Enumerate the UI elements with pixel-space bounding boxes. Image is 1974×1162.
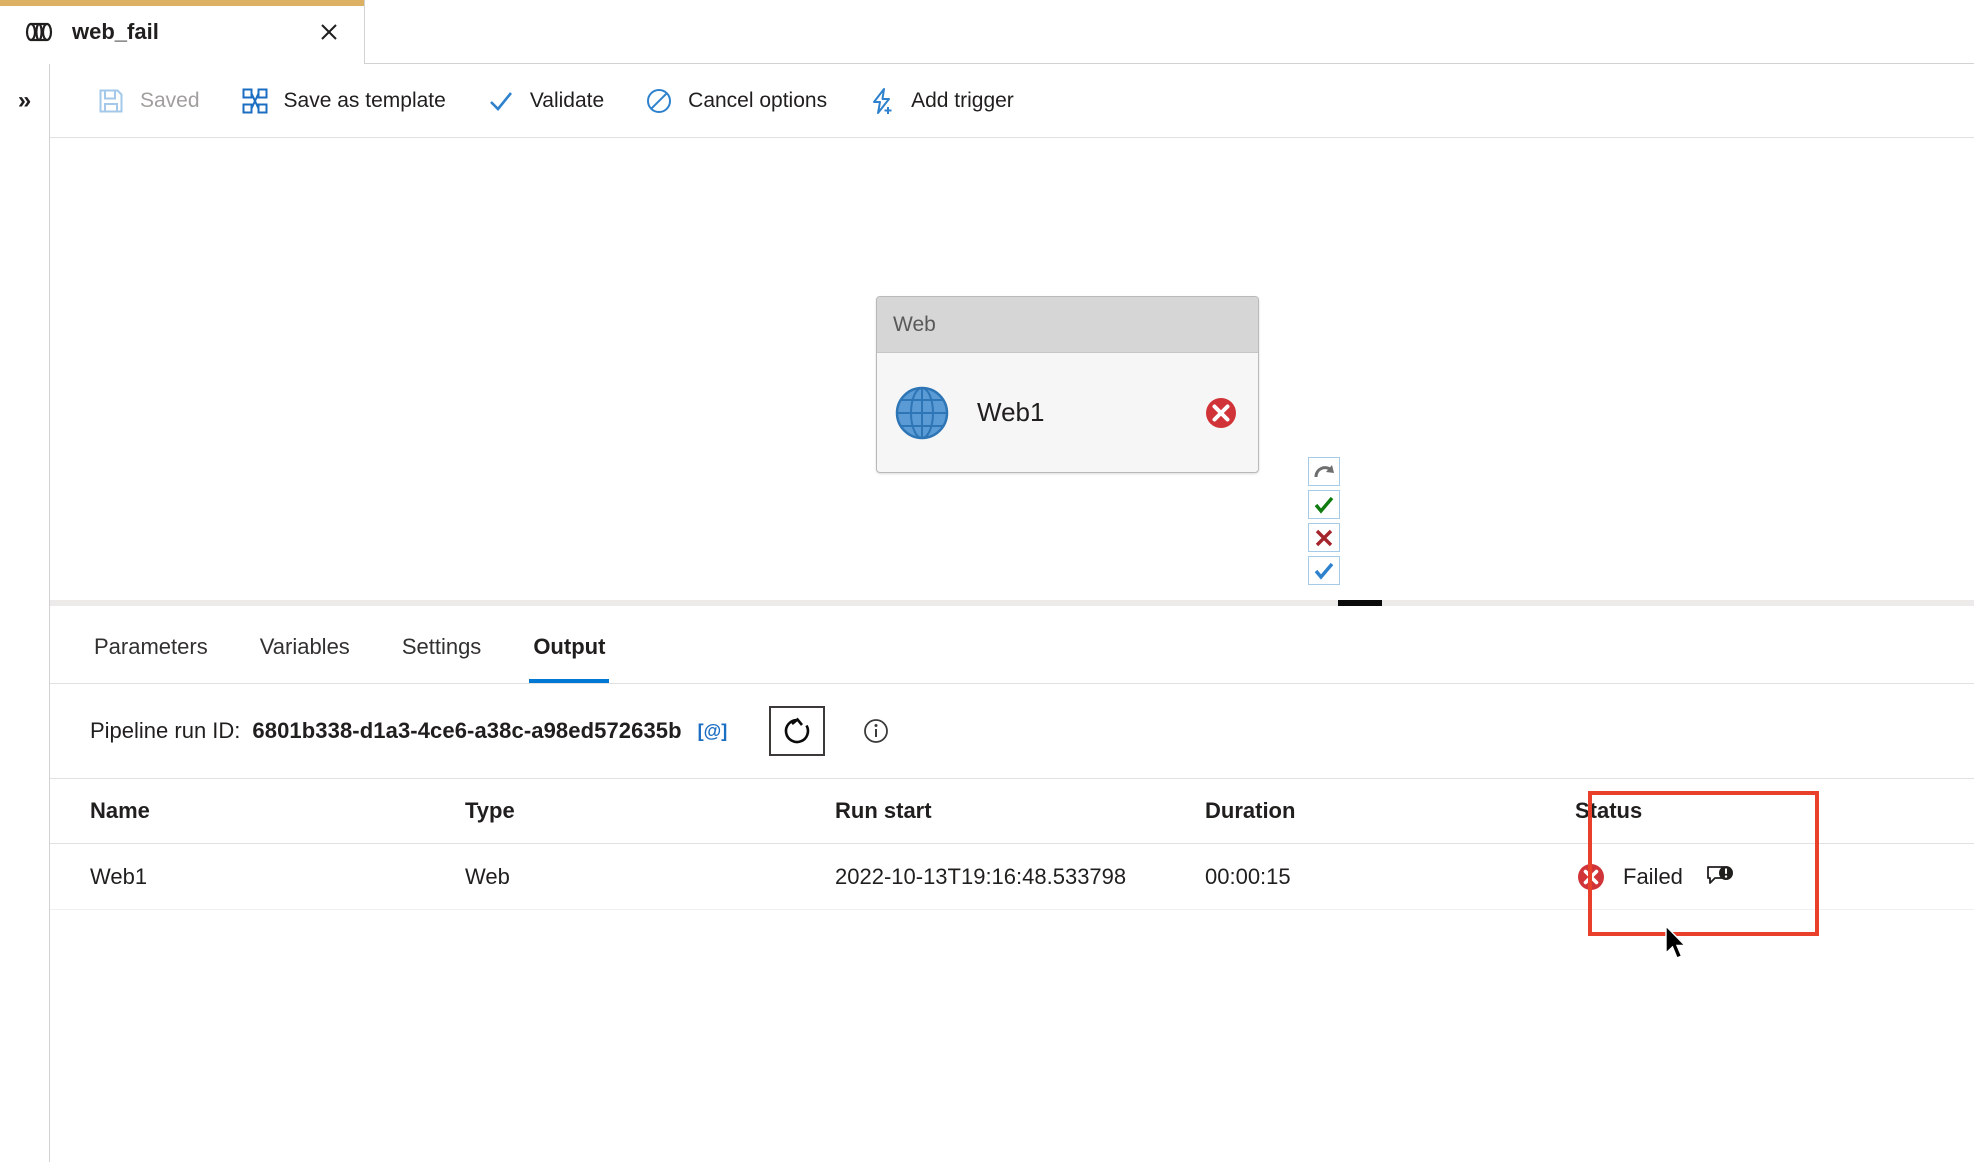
pipeline-editor: web_fail » Saved Save as template Valida… bbox=[0, 0, 1974, 1162]
validate-label: Validate bbox=[529, 88, 605, 112]
command-bar: Saved Save as template Validate Cancel o… bbox=[50, 64, 1974, 138]
error-details-icon[interactable] bbox=[1705, 862, 1735, 892]
skip-arrow-icon bbox=[1314, 464, 1334, 477]
column-header-run-start[interactable]: Run start bbox=[835, 798, 1205, 824]
save-icon bbox=[96, 86, 126, 116]
cell-name: Web1 bbox=[90, 863, 148, 889]
info-circle-icon[interactable] bbox=[861, 716, 891, 746]
save-as-template-label: Save as template bbox=[283, 88, 446, 112]
activity-node-header: Web bbox=[877, 297, 1258, 353]
save-button-label: Saved bbox=[140, 88, 200, 112]
refresh-icon[interactable] bbox=[769, 706, 826, 756]
panel-tab-bar: Parameters Variables Settings Output bbox=[50, 606, 1974, 684]
cancel-circle-icon bbox=[644, 86, 674, 116]
pipeline-run-id-row: Pipeline run ID: 6801b338-d1a3-4ce6-a38c… bbox=[50, 684, 1974, 778]
chevron-double-right-icon[interactable]: » bbox=[0, 74, 49, 128]
activity-node-body: Web1 bbox=[877, 353, 1258, 472]
cancel-options-button[interactable]: Cancel options bbox=[628, 75, 843, 127]
checkmark-icon bbox=[486, 86, 516, 116]
activity-type-label: Web bbox=[893, 312, 936, 336]
failure-handle[interactable] bbox=[1308, 523, 1340, 552]
pipeline-tab-label: web_fail bbox=[72, 19, 159, 44]
activity-name-label: Web1 bbox=[977, 397, 1045, 427]
save-button[interactable]: Saved bbox=[80, 75, 216, 127]
pipeline-tab-web-fail[interactable]: web_fail bbox=[0, 0, 365, 64]
error-circle-icon[interactable] bbox=[1202, 394, 1240, 432]
tab-strip: web_fail bbox=[0, 0, 1974, 64]
bottom-panel: Parameters Variables Settings Output Pip… bbox=[50, 606, 1974, 1162]
cell-duration: 00:00:15 bbox=[1205, 863, 1291, 889]
save-as-template-button[interactable]: Save as template bbox=[224, 75, 462, 127]
lightning-plus-icon bbox=[867, 86, 897, 116]
table-header-row: Name Type Run start Duration Status bbox=[50, 778, 1974, 844]
validate-button[interactable]: Validate bbox=[470, 75, 620, 127]
error-circle-icon bbox=[1575, 861, 1607, 893]
copy-icon[interactable]: [@] bbox=[698, 721, 728, 742]
pipeline-run-id-value: 6801b338-d1a3-4ce6-a38c-a98ed572635b bbox=[252, 718, 682, 743]
column-header-duration[interactable]: Duration bbox=[1205, 798, 1575, 824]
completion-handle[interactable] bbox=[1308, 556, 1340, 585]
column-header-name[interactable]: Name bbox=[90, 798, 465, 824]
tab-variables[interactable]: Variables bbox=[256, 611, 354, 683]
left-rail: » bbox=[0, 64, 50, 1162]
cancel-options-label: Cancel options bbox=[688, 88, 828, 112]
table-row[interactable]: Web1 Web 2022-10-13T19:16:48.533798 00:0… bbox=[50, 844, 1974, 910]
pipeline-canvas[interactable]: Web Web1 bbox=[50, 138, 1974, 600]
pipeline-run-id-label: Pipeline run ID: bbox=[90, 718, 241, 743]
save-template-icon bbox=[240, 86, 270, 116]
cell-run-start: 2022-10-13T19:16:48.533798 bbox=[835, 863, 1127, 889]
activity-node-web1[interactable]: Web Web1 bbox=[876, 296, 1259, 473]
tab-output[interactable]: Output bbox=[529, 611, 610, 683]
success-handle[interactable] bbox=[1308, 490, 1340, 519]
activity-connector-handles bbox=[1308, 457, 1340, 589]
check-blue-icon bbox=[1314, 562, 1334, 580]
column-header-type[interactable]: Type bbox=[465, 798, 835, 824]
status-badge: Failed bbox=[1623, 863, 1683, 889]
cell-type: Web bbox=[465, 863, 510, 889]
column-header-status[interactable]: Status bbox=[1575, 798, 1815, 824]
skip-handle[interactable] bbox=[1308, 457, 1340, 486]
pipeline-icon bbox=[22, 15, 56, 49]
tab-parameters[interactable]: Parameters bbox=[90, 611, 212, 683]
close-icon[interactable] bbox=[314, 17, 344, 47]
check-green-icon bbox=[1314, 496, 1334, 514]
add-trigger-label: Add trigger bbox=[911, 88, 1014, 112]
activity-runs-table: Name Type Run start Duration Status Web1… bbox=[50, 778, 1974, 910]
cell-status: Failed bbox=[1575, 861, 1815, 893]
add-trigger-button[interactable]: Add trigger bbox=[851, 75, 1030, 127]
tab-settings[interactable]: Settings bbox=[398, 611, 486, 683]
x-red-icon bbox=[1315, 529, 1333, 546]
globe-icon bbox=[893, 384, 951, 442]
